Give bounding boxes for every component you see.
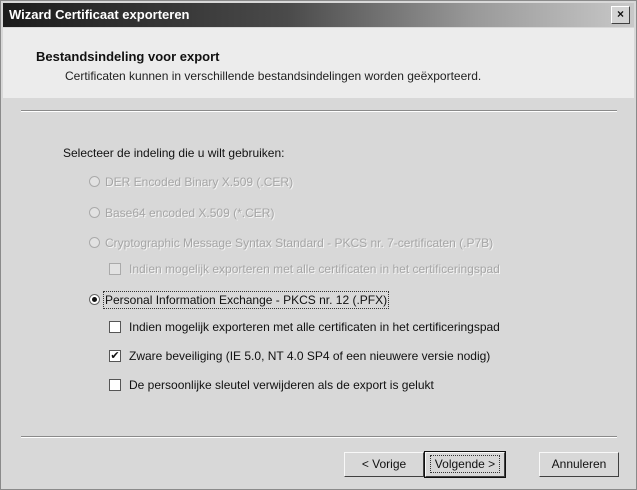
checkbox-strong-protection-label: Zware beveiliging (IE 5.0, NT 4.0 SP4 of… [129,349,491,363]
page-subtitle: Certificaten kunnen in verschillende bes… [65,69,482,83]
radio-der-button[interactable] [89,176,100,187]
next-button[interactable]: Volgende > [424,451,506,478]
radio-base64-button[interactable] [89,207,100,218]
checkbox-strong-protection-box[interactable]: ✔ [109,350,121,362]
checkbox-p7b-include-path-box[interactable] [109,263,121,275]
close-button[interactable]: × [611,6,630,24]
window-title: Wizard Certificaat exporteren [9,7,190,22]
checkbox-delete-key-label: De persoonlijke sleutel verwijderen als … [129,378,434,392]
back-button[interactable]: < Vorige [344,452,424,477]
footer-divider [21,436,617,438]
checkbox-p7b-include-path-label: Indien mogelijk exporteren met alle cert… [129,262,500,276]
page-title: Bestandsindeling voor export [36,49,220,64]
cancel-button-label: Annuleren [551,457,607,471]
radio-base64-label: Base64 encoded X.509 (*.CER) [105,206,275,220]
radio-selected-dot [92,297,97,302]
checkmark-icon: ✔ [110,350,120,362]
radio-pkcs7-button[interactable] [89,237,100,248]
wizard-header: Bestandsindeling voor export Certificate… [3,28,634,98]
checkbox-include-path-box[interactable] [109,321,121,333]
format-prompt: Selecteer de indeling die u wilt gebruik… [63,146,285,160]
title-bar[interactable]: Wizard Certificaat exporteren × [3,3,634,27]
cancel-button[interactable]: Annuleren [539,452,619,477]
header-divider [21,110,617,112]
back-button-label: < Vorige [361,457,407,471]
radio-pfx-label: Personal Information Exchange - PKCS nr.… [102,291,390,309]
radio-der-label: DER Encoded Binary X.509 (.CER) [105,175,294,189]
radio-pfx-button[interactable] [89,294,100,305]
checkbox-delete-key-box[interactable] [109,379,121,391]
checkbox-include-path-label: Indien mogelijk exporteren met alle cert… [129,320,500,334]
next-button-label: Volgende > [429,455,501,473]
radio-pkcs7-label: Cryptographic Message Syntax Standard - … [105,236,494,250]
export-wizard-window: Wizard Certificaat exporteren × Bestands… [0,0,637,490]
